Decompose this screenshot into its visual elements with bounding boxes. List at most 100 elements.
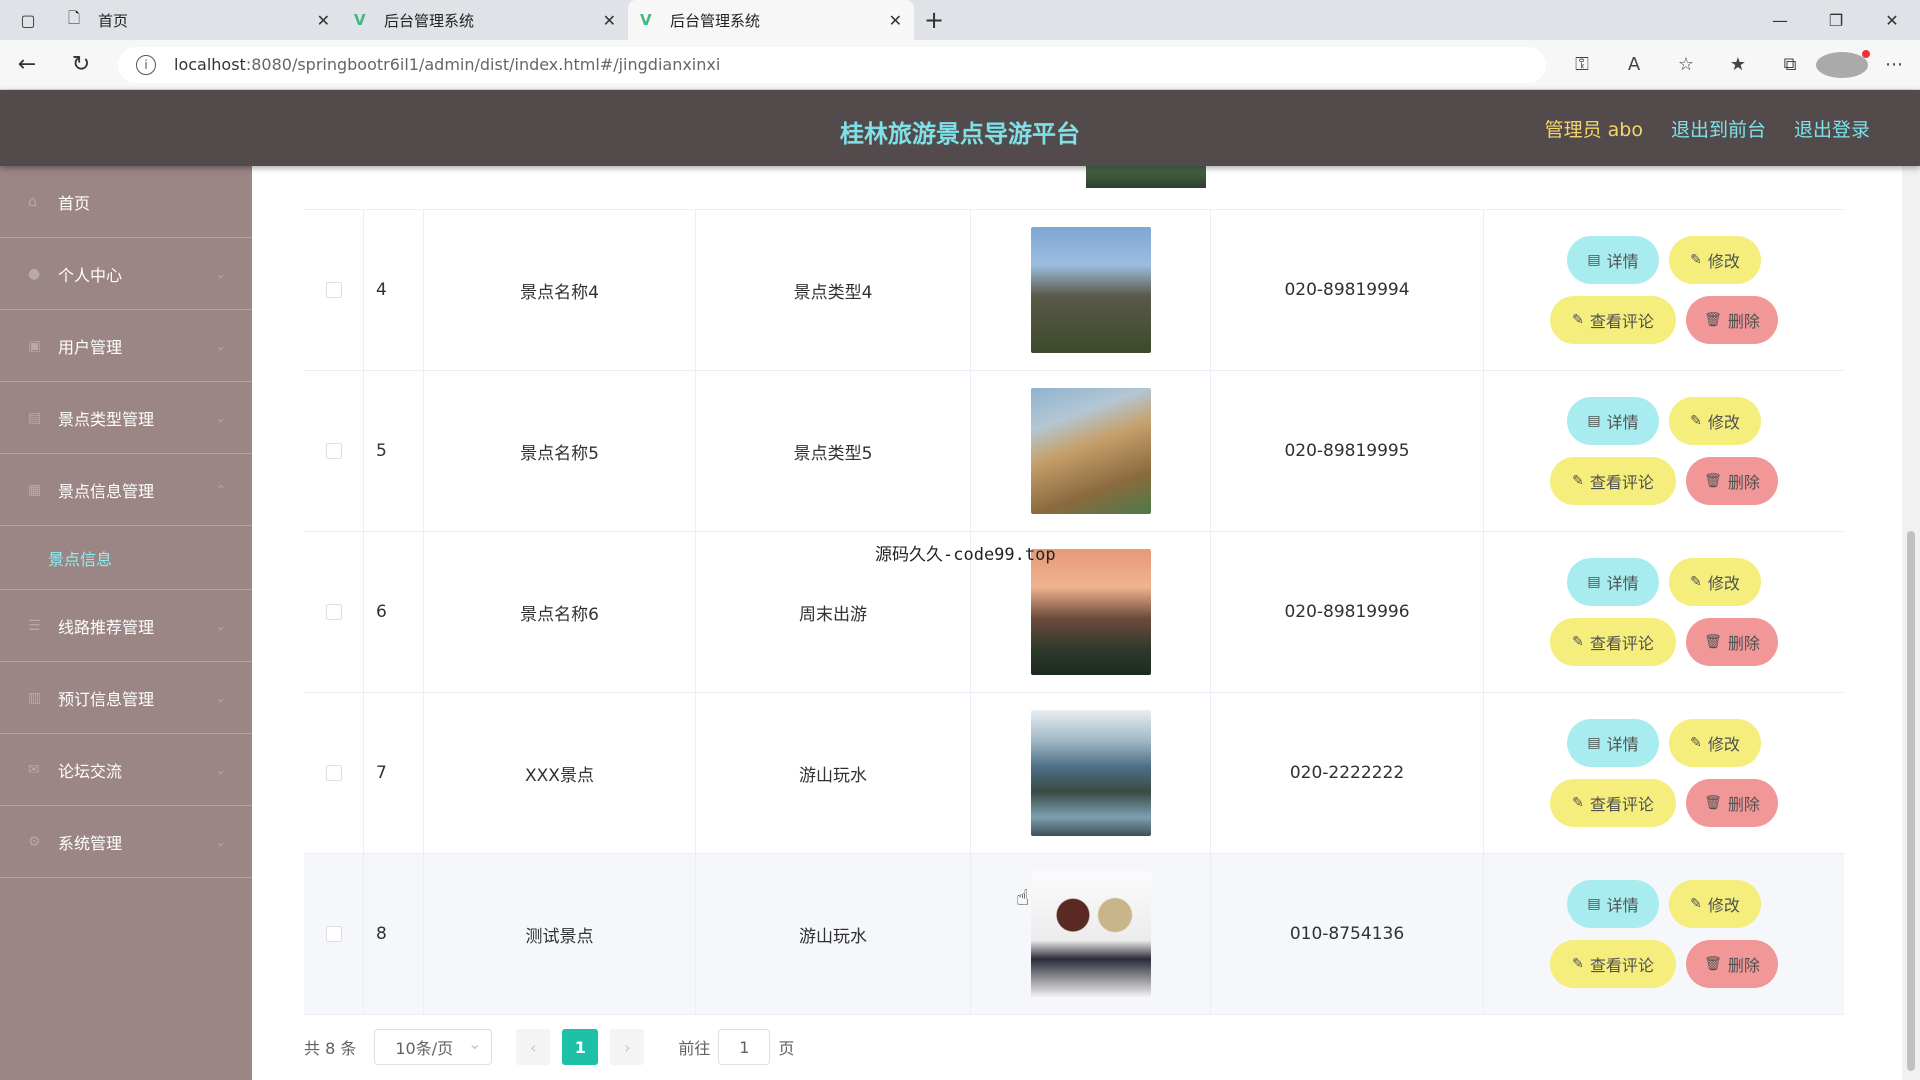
tab-actions-icon[interactable]: ▢ — [0, 0, 56, 40]
spot-thumbnail — [1030, 710, 1151, 836]
sidebar-item-bookings[interactable]: ▥ 预订信息管理 ⌄ — [0, 662, 252, 734]
profile-avatar[interactable] — [1816, 49, 1870, 78]
table-row: 6 景点名称6 周末出游 020-89819996 ▤ 详情 ✎ 修改 ✎ 查看评论 … — [304, 532, 1844, 693]
page-size-select[interactable]: 10条/页 — [374, 1029, 493, 1065]
detail-label: 详情 — [1606, 252, 1639, 271]
route-icon: ☰ — [28, 617, 41, 634]
sidebar-item-label: 系统管理 — [58, 833, 123, 853]
home-icon: ⌂ — [28, 193, 37, 210]
browser-address-bar: ← ↻ i localhost:8080/springbootr6il1/adm… — [0, 40, 1920, 90]
close-icon[interactable]: ✕ — [889, 11, 902, 30]
spot-phone: 020-2222222 — [1211, 693, 1484, 853]
page-size-value: 10条/页 — [395, 1039, 454, 1058]
row-checkbox[interactable] — [325, 604, 342, 620]
back-arrow-icon[interactable]: ← — [0, 40, 54, 90]
restore-icon[interactable]: ❐ — [1808, 0, 1864, 40]
delete-button[interactable]: 🗑 删除 — [1686, 457, 1778, 505]
sidebar-subitem-spot-info[interactable]: 景点信息 — [0, 526, 252, 590]
url-input[interactable]: i localhost:8080/springbootr6il1/admin/d… — [118, 46, 1546, 83]
edit-button[interactable]: ✎ 修改 — [1669, 558, 1761, 606]
close-icon[interactable]: ✕ — [603, 11, 616, 30]
vue-icon: V — [354, 11, 366, 29]
view-comments-button[interactable]: ✎ 查看评论 — [1550, 618, 1676, 666]
sidebar-item-profile[interactable]: ● 个人中心 ⌄ — [0, 238, 252, 310]
detail-button[interactable]: ▤ 详情 — [1567, 397, 1659, 445]
sidebar-item-system[interactable]: ⚙ 系统管理 ⌄ — [0, 806, 252, 878]
chevron-up-icon: ⌃ — [215, 482, 226, 497]
goto-page-input[interactable]: 1 — [718, 1029, 771, 1065]
prev-page-chevron-left-icon[interactable]: ‹ — [516, 1029, 551, 1065]
browser-tab-3[interactable]: V 后台管理系统 ✕ — [628, 0, 914, 40]
close-icon[interactable]: ✕ — [317, 11, 330, 30]
new-tab-plus-icon[interactable]: + — [914, 0, 954, 40]
more-menu-icon[interactable]: ⋯ — [1868, 54, 1920, 75]
tab-title: 后台管理系统 — [384, 11, 475, 30]
gear-icon: ⚙ — [28, 833, 41, 850]
delete-button[interactable]: 🗑 删除 — [1686, 940, 1778, 988]
detail-button[interactable]: ▤ 详情 — [1567, 719, 1659, 767]
detail-button[interactable]: ▤ 详情 — [1567, 558, 1659, 606]
edit-button[interactable]: ✎ 修改 — [1669, 236, 1761, 284]
exit-to-front-link[interactable]: 退出到前台 — [1671, 115, 1766, 142]
key-icon[interactable]: ⚿ — [1556, 54, 1608, 75]
pencil-icon: ✎ — [1690, 896, 1702, 912]
sidebar-item-spot-types[interactable]: ▤ 景点类型管理 ⌄ — [0, 382, 252, 454]
trash-icon: 🗑 — [1704, 312, 1722, 328]
detail-button[interactable]: ▤ 详情 — [1567, 880, 1659, 928]
collections-icon[interactable]: ⧉ — [1764, 54, 1816, 75]
pencil-icon: ✎ — [1572, 956, 1584, 972]
chevron-down-icon: ⌄ — [215, 410, 226, 425]
comment-label: 查看评论 — [1589, 634, 1654, 653]
sidebar-item-label: 景点信息管理 — [58, 481, 155, 501]
edit-label: 修改 — [1707, 574, 1740, 593]
row-checkbox[interactable] — [325, 765, 342, 781]
sidebar-item-forum[interactable]: ✉ 论坛交流 ⌄ — [0, 734, 252, 806]
detail-button[interactable]: ▤ 详情 — [1567, 236, 1659, 284]
chevron-down-icon: ⌄ — [215, 618, 226, 633]
delete-button[interactable]: 🗑 删除 — [1686, 618, 1778, 666]
view-comments-button[interactable]: ✎ 查看评论 — [1550, 940, 1676, 988]
spot-type: 游山玩水 — [696, 693, 971, 853]
view-comments-button[interactable]: ✎ 查看评论 — [1550, 779, 1676, 827]
edit-button[interactable]: ✎ 修改 — [1669, 880, 1761, 928]
goto-suffix: 页 — [778, 1039, 795, 1058]
pencil-icon: ✎ — [1690, 735, 1702, 751]
row-checkbox[interactable] — [325, 926, 342, 942]
spot-name: XXX景点 — [424, 693, 696, 853]
info-icon[interactable]: i — [136, 54, 156, 75]
next-page-chevron-right-icon[interactable]: › — [610, 1029, 645, 1065]
edit-button[interactable]: ✎ 修改 — [1669, 397, 1761, 445]
document-icon: ▤ — [1587, 896, 1601, 912]
browser-tab-1[interactable]: 🗋 首页 ✕ — [56, 0, 342, 40]
sidebar-item-routes[interactable]: ☰ 线路推荐管理 ⌄ — [0, 590, 252, 662]
favorites-icon[interactable]: ★ — [1712, 54, 1764, 75]
delete-label: 删除 — [1727, 956, 1760, 975]
page-number-current[interactable]: 1 — [562, 1029, 599, 1065]
delete-button[interactable]: 🗑 删除 — [1686, 779, 1778, 827]
window-close-icon[interactable]: ✕ — [1864, 0, 1920, 40]
sidebar-item-label: 景点类型管理 — [58, 409, 155, 429]
read-aloud-icon[interactable]: A — [1608, 54, 1660, 75]
browser-tab-2[interactable]: V 后台管理系统 ✕ — [342, 0, 628, 40]
sidebar-item-label: 用户管理 — [58, 337, 123, 357]
add-favorite-icon[interactable]: ☆ — [1660, 54, 1712, 75]
row-checkbox[interactable] — [325, 282, 342, 298]
spot-thumbnail — [1030, 871, 1151, 997]
edit-button[interactable]: ✎ 修改 — [1669, 719, 1761, 767]
view-comments-button[interactable]: ✎ 查看评论 — [1550, 457, 1676, 505]
pencil-icon: ✎ — [1572, 795, 1584, 811]
comment-label: 查看评论 — [1589, 956, 1654, 975]
view-comments-button[interactable]: ✎ 查看评论 — [1550, 296, 1676, 344]
minimize-icon[interactable]: — — [1752, 0, 1808, 40]
sidebar-item-users[interactable]: ▣ 用户管理 ⌄ — [0, 310, 252, 382]
delete-button[interactable]: 🗑 删除 — [1686, 296, 1778, 344]
hand-cursor-icon: ☝ — [1016, 886, 1030, 911]
row-index: 5 — [364, 371, 424, 531]
row-checkbox[interactable] — [325, 443, 342, 459]
logout-link[interactable]: 退出登录 — [1794, 115, 1870, 142]
sidebar-item-spot-info[interactable]: ▦ 景点信息管理 ⌃ — [0, 454, 252, 526]
scrollbar-thumb[interactable] — [1907, 531, 1915, 1071]
page-scrollbar[interactable] — [1902, 166, 1920, 1080]
reload-icon[interactable]: ↻ — [54, 40, 108, 90]
sidebar-item-home[interactable]: ⌂ 首页 — [0, 166, 252, 238]
